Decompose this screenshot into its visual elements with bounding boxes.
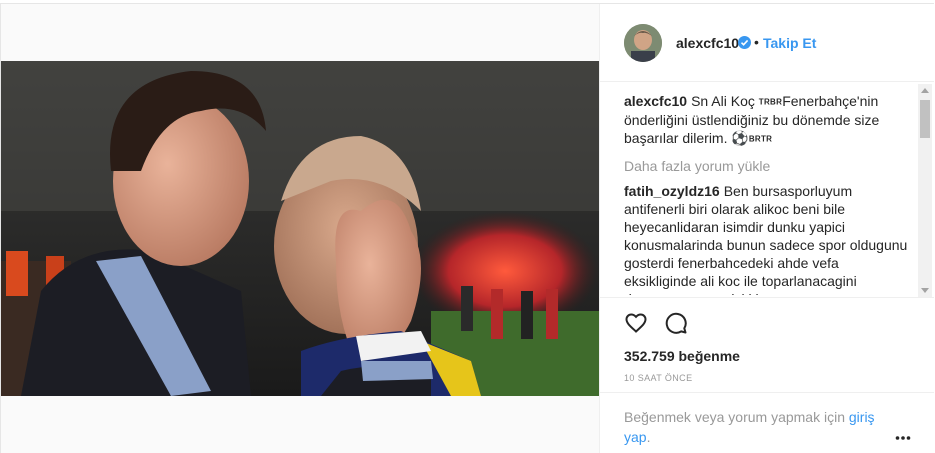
login-prompt: Beğenmek veya yorum yapmak için giriş ya… bbox=[624, 407, 894, 447]
comment-item: fatih_ozyldz16 Ben bursasporluyum antifen… bbox=[624, 182, 912, 295]
comment-bubble-icon[interactable] bbox=[664, 311, 688, 335]
post-header: alexcfc10 • Takip Et bbox=[600, 4, 934, 82]
likes-count[interactable]: 352.759 beğenme bbox=[624, 348, 740, 364]
caption-tag-trbr: TRBR bbox=[758, 97, 783, 107]
more-options-icon[interactable] bbox=[895, 428, 911, 440]
comments-list: alexcfc10 Sn Ali Koç TRBRFenerbahçe'nin ö… bbox=[624, 92, 912, 295]
login-prompt-text: Beğenmek veya yorum yapmak için bbox=[624, 409, 845, 425]
scrollbar-thumb[interactable] bbox=[920, 100, 930, 138]
post-actions: 352.759 beğenme 10 SAAT ÖNCE bbox=[600, 297, 934, 383]
heart-icon[interactable] bbox=[624, 311, 648, 335]
post-photo[interactable] bbox=[1, 61, 599, 396]
comments-scrollbar[interactable] bbox=[918, 84, 932, 297]
post-footer: Beğenmek veya yorum yapmak için giriş ya… bbox=[600, 392, 934, 453]
separator-dot: • bbox=[754, 34, 759, 50]
scroll-up-arrow-icon[interactable] bbox=[921, 88, 929, 93]
login-prompt-suffix: . bbox=[646, 429, 651, 445]
scroll-down-arrow-icon[interactable] bbox=[921, 288, 929, 293]
post-sidebar: alexcfc10 • Takip Et alexcfc10 Sn Ali Koç… bbox=[599, 4, 934, 453]
caption: alexcfc10 Sn Ali Koç TRBRFenerbahçe'nin ö… bbox=[624, 92, 912, 149]
soccer-ball-icon: ⚽ bbox=[731, 130, 749, 147]
verified-badge-icon bbox=[738, 36, 751, 49]
caption-username[interactable]: alexcfc10 bbox=[624, 93, 687, 109]
caption-tag-brtr: BRTR bbox=[748, 134, 773, 144]
load-more-comments-link[interactable]: Daha fazla yorum yükle bbox=[624, 157, 912, 175]
follow-button[interactable]: Takip Et bbox=[763, 35, 816, 51]
post-timestamp: 10 SAAT ÖNCE bbox=[624, 373, 693, 383]
post-author-username[interactable]: alexcfc10 bbox=[676, 35, 739, 51]
comment-username[interactable]: fatih_ozyldz16 bbox=[624, 183, 720, 199]
caption-text-before: Sn Ali Koç bbox=[691, 93, 755, 109]
comment-text: Ben bursasporluyum antifenerli biri olar… bbox=[624, 182, 908, 295]
avatar[interactable] bbox=[624, 24, 662, 62]
